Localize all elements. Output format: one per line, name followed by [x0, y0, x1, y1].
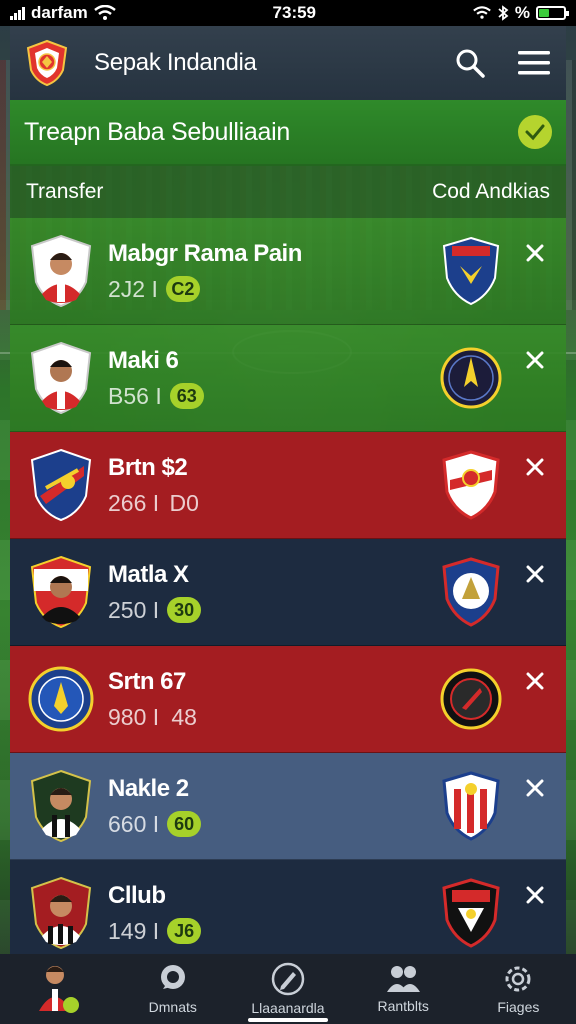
bluetooth-icon	[498, 5, 509, 21]
list-item[interactable]: Cllub 149 I J6	[10, 860, 566, 967]
carrier-label: darfam	[31, 3, 88, 22]
close-icon	[526, 672, 544, 690]
player-value: 660 I	[108, 810, 160, 837]
list-item[interactable]: Maki 6 B56 I 63	[10, 325, 566, 432]
clock: 73:59	[272, 3, 317, 22]
player-avatar	[30, 876, 92, 950]
club-crest	[442, 771, 500, 841]
remove-button[interactable]	[520, 666, 550, 696]
remove-button[interactable]	[520, 559, 550, 589]
club-crest	[30, 448, 92, 522]
nav-label: Fiages	[497, 999, 540, 1015]
close-icon	[526, 244, 544, 262]
player-value: B56 I	[108, 382, 162, 409]
wifi-icon	[473, 6, 491, 19]
rating-badge: J6	[167, 918, 202, 944]
player-value: 2J2 I	[108, 275, 158, 302]
remove-button[interactable]	[520, 452, 550, 482]
settings-icon	[505, 966, 531, 992]
close-icon	[526, 351, 544, 369]
rating-badge: C2	[165, 276, 200, 302]
player-name: Brtn $2	[108, 453, 188, 481]
rating-badge: 63	[169, 383, 204, 409]
list-item[interactable]: Srtn 67 980 I 48	[10, 646, 566, 753]
signal-icon	[10, 6, 25, 20]
battery-icon	[535, 6, 569, 20]
club-crest	[442, 236, 500, 306]
edit-icon	[271, 962, 305, 996]
section-header: Transfer Cod Andkias	[10, 166, 566, 218]
wifi-icon	[93, 5, 116, 20]
chat-icon	[160, 965, 185, 989]
bottom-nav: Dmnats Llaaanardla Rantblts Fiages	[0, 954, 576, 1024]
nav-label: Dmnats	[148, 999, 197, 1015]
transfer-list: Mabgr Rama Pain 2J2 I C2 Maki 6 B56 I 63 B…	[10, 218, 566, 967]
nav-rantblts[interactable]: Rantblts	[348, 964, 458, 1014]
player-avatar	[30, 555, 92, 629]
check-icon	[518, 115, 552, 149]
player-value: 250 I	[108, 596, 160, 623]
player-avatar	[30, 341, 92, 415]
player-name: Srtn 67	[108, 667, 186, 695]
player-value: 149 I	[108, 917, 160, 944]
remove-button[interactable]	[520, 238, 550, 268]
player-avatar	[30, 769, 92, 843]
nav-label: Rantblts	[377, 998, 429, 1014]
rating-badge: D0	[169, 489, 199, 516]
list-item[interactable]: Matla X 250 I 30	[10, 539, 566, 646]
status-bar: darfam 73:59 %	[0, 0, 576, 26]
remove-button[interactable]	[520, 880, 550, 910]
app-logo	[26, 39, 68, 87]
remove-button[interactable]	[520, 773, 550, 803]
search-icon	[456, 49, 485, 78]
player-name: Cllub	[108, 881, 166, 909]
rating-badge: 48	[171, 703, 197, 730]
player-value: 266 I	[108, 489, 160, 516]
player-name: Mabgr Rama Pain	[108, 239, 302, 267]
player-avatar	[30, 234, 92, 308]
club-crest	[442, 557, 500, 627]
people-icon	[387, 966, 421, 992]
home-indicator	[248, 1018, 328, 1022]
nav-label: Llaaanardla	[251, 1000, 325, 1016]
close-icon	[526, 565, 544, 583]
club-crest	[440, 668, 502, 730]
nav-profile[interactable]	[3, 959, 113, 1019]
close-icon	[526, 886, 544, 904]
club-crest	[442, 450, 500, 520]
club-crest	[440, 347, 502, 409]
search-button[interactable]	[450, 43, 490, 83]
nav-dmnats[interactable]: Dmnats	[118, 963, 228, 1015]
menu-button[interactable]	[514, 43, 554, 83]
list-item[interactable]: Mabgr Rama Pain 2J2 I C2	[10, 218, 566, 325]
rating-badge: 30	[167, 597, 202, 623]
player-name: Nakle 2	[108, 774, 189, 802]
remove-button[interactable]	[520, 345, 550, 375]
banner-title: Treapn Baba Sebulliaain	[24, 117, 290, 146]
close-icon	[526, 779, 544, 797]
close-icon	[526, 458, 544, 476]
nav-llaaanardla[interactable]: Llaaanardla	[233, 962, 343, 1016]
player-name: Maki 6	[108, 346, 179, 374]
tab-transfer[interactable]: Transfer	[26, 180, 103, 204]
rating-badge: 60	[167, 811, 202, 837]
tab-right[interactable]: Cod Andkias	[432, 180, 550, 204]
battery-percent: %	[514, 3, 530, 22]
club-crest	[442, 878, 500, 948]
player-name: Matla X	[108, 560, 189, 588]
app-title: Sepak Indandia	[94, 49, 257, 76]
league-banner[interactable]: Treapn Baba Sebulliaain	[10, 100, 566, 166]
club-crest	[28, 666, 94, 732]
list-item[interactable]: Nakle 2 660 I 60	[10, 753, 566, 860]
app-bar: Sepak Indandia	[10, 26, 566, 100]
nav-fiages[interactable]: Fiages	[463, 963, 573, 1015]
player-value: 980 I	[108, 703, 160, 730]
list-item[interactable]: Brtn $2 266 I D0	[10, 432, 566, 539]
profile-avatar	[38, 966, 79, 1013]
hamburger-icon	[518, 51, 550, 75]
